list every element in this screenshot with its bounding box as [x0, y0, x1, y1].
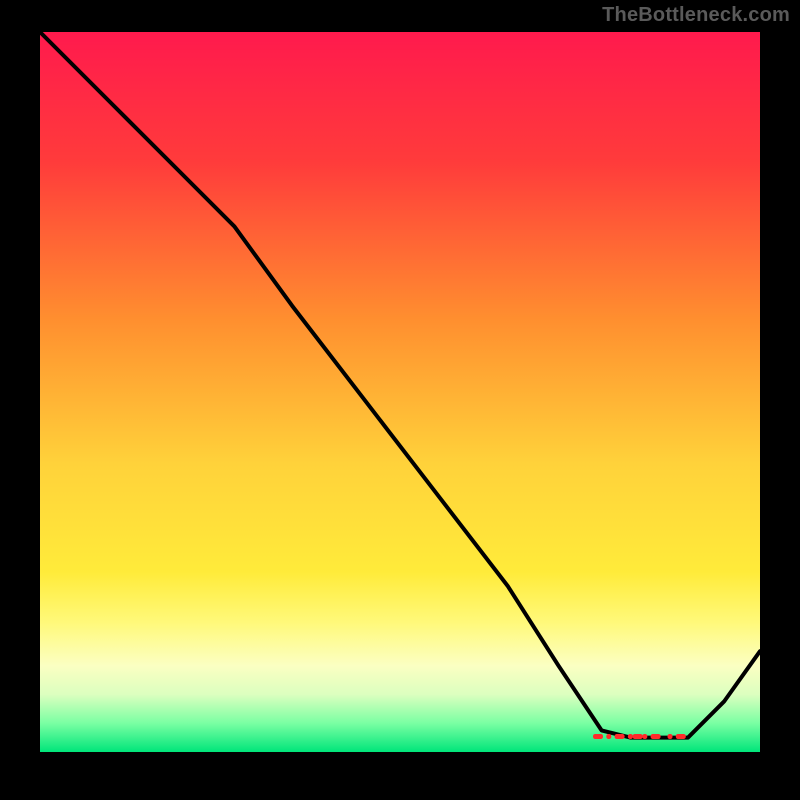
optimum-marker	[606, 734, 611, 739]
optimum-marker	[651, 734, 661, 739]
optimum-marker	[642, 734, 647, 739]
curve-overlay	[40, 32, 760, 752]
plot-area	[40, 32, 760, 752]
optimum-marker	[633, 734, 643, 739]
optimum-marker	[615, 734, 625, 739]
chart-stage: TheBottleneck.com	[0, 0, 800, 800]
optimum-marker	[628, 734, 633, 739]
optimum-marker	[593, 734, 603, 739]
optimum-marker	[676, 734, 686, 739]
watermark-text: TheBottleneck.com	[602, 4, 790, 27]
optimum-marker	[668, 734, 673, 739]
bottleneck-curve	[40, 32, 760, 738]
